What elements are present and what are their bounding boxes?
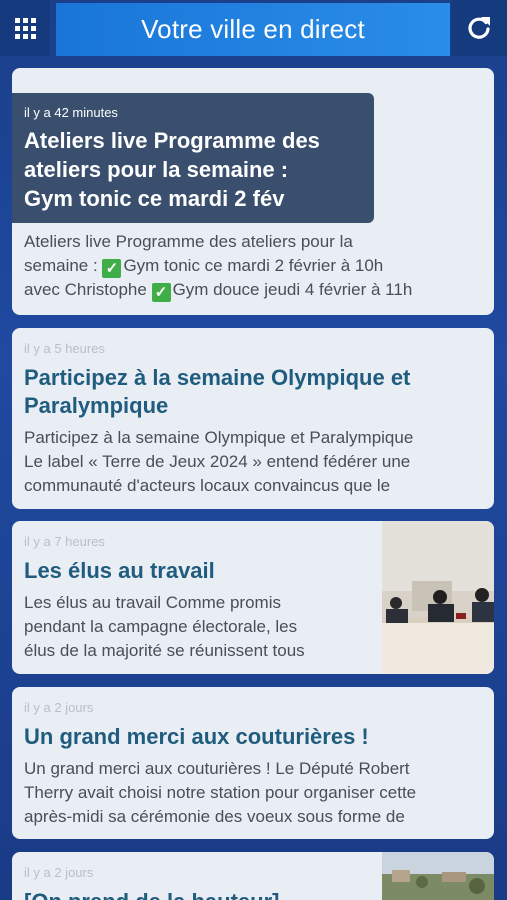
article-excerpt: Participez à la semaine Olympique et Par… <box>24 426 490 498</box>
article-card[interactable]: il y a 2 jours Un grand merci aux coutur… <box>12 687 494 839</box>
menu-button[interactable] <box>0 0 50 56</box>
refresh-icon <box>468 17 490 39</box>
landscape-photo <box>382 852 494 900</box>
excerpt-text: Gym douce jeudi 4 février à 11h <box>172 280 413 299</box>
excerpt-line: Therry avait choisi notre station pour o… <box>24 783 417 802</box>
app-header: Votre ville en direct <box>0 0 507 56</box>
article-headline-overlay: il y a 42 minutes Ateliers live Programm… <box>12 93 374 223</box>
article-card[interactable]: il y a 2 jours [On prend de la hauteur] <box>12 852 494 900</box>
article-title[interactable]: Ateliers live Programme des ateliers pou… <box>24 126 362 213</box>
article-title[interactable]: [On prend de la hauteur] <box>24 888 279 900</box>
excerpt-line: avec Christophe ✓ Gym douce jeudi 4 févri… <box>24 278 490 302</box>
article-title[interactable]: Un grand merci aux couturières ! <box>24 723 369 751</box>
check-mark-icon: ✓ <box>151 283 171 302</box>
refresh-button[interactable] <box>451 0 507 56</box>
excerpt-line: après-midi sa cérémonie des voeux sous f… <box>24 807 405 826</box>
excerpt-line: Un grand merci aux couturières ! Le Dépu… <box>24 759 410 778</box>
excerpt-text: Gym tonic ce mardi 2 février à 10h <box>123 256 384 275</box>
app-title: Votre ville en direct <box>141 14 365 44</box>
article-thumbnail[interactable] <box>382 521 494 674</box>
article-excerpt: Les élus au travail Comme promis pendant… <box>24 591 374 663</box>
article-title-line: Les élus au travail <box>24 558 215 583</box>
excerpt-line: élus de la majorité se réunissent tous <box>24 641 305 660</box>
excerpt-line: semaine : ✓ Gym tonic ce mardi 2 février … <box>24 254 490 278</box>
excerpt-text: avec Christophe <box>24 280 152 299</box>
article-title-line: Gym tonic ce mardi 2 fév <box>24 186 285 211</box>
excerpt-line: Participez à la semaine Olympique et Par… <box>24 428 414 447</box>
article-title-line: Paralympique <box>24 393 169 418</box>
article-card[interactable]: il y a 42 minutes Ateliers live Programm… <box>12 68 494 315</box>
excerpt-line: communauté d'acteurs locaux convaincus q… <box>24 476 391 495</box>
article-title-line: Participez à la semaine Olympique et <box>24 365 411 390</box>
article-title-line: ateliers pour la semaine : <box>24 157 289 182</box>
article-title-line: [On prend de la hauteur] <box>24 888 279 900</box>
article-timestamp: il y a 2 jours <box>24 700 94 715</box>
excerpt-line: Les élus au travail Comme promis <box>24 593 281 612</box>
article-timestamp: il y a 2 jours <box>24 865 94 880</box>
article-excerpt: Un grand merci aux couturières ! Le Dépu… <box>24 757 490 829</box>
excerpt-line: pendant la campagne électorale, les <box>24 617 298 636</box>
excerpt-line: Le label « Terre de Jeux 2024 » entend f… <box>24 452 411 471</box>
excerpt-text: Ateliers live Programme des ateliers pou… <box>24 232 353 251</box>
article-card[interactable]: il y a 5 heures Participez à la semaine … <box>12 328 494 509</box>
excerpt-text: semaine : <box>24 256 103 275</box>
article-timestamp: il y a 5 heures <box>24 341 105 356</box>
article-timestamp: il y a 7 heures <box>24 534 105 549</box>
grid-icon <box>14 17 36 39</box>
article-title[interactable]: Les élus au travail <box>24 557 215 585</box>
article-timestamp: il y a 42 minutes <box>24 105 118 120</box>
article-thumbnail[interactable] <box>382 852 494 900</box>
title-bar: Votre ville en direct <box>56 3 450 56</box>
article-title[interactable]: Participez à la semaine Olympique et Par… <box>24 364 410 420</box>
article-title-line: Un grand merci aux couturières ! <box>24 724 369 749</box>
check-mark-icon: ✓ <box>102 259 122 278</box>
meeting-photo <box>382 521 494 674</box>
article-card[interactable]: il y a 7 heures Les élus au travail Les … <box>12 521 494 674</box>
article-excerpt: Ateliers live Programme des ateliers pou… <box>24 230 490 302</box>
article-title-line: Ateliers live Programme des <box>24 128 320 153</box>
excerpt-line: Ateliers live Programme des ateliers pou… <box>24 230 490 254</box>
